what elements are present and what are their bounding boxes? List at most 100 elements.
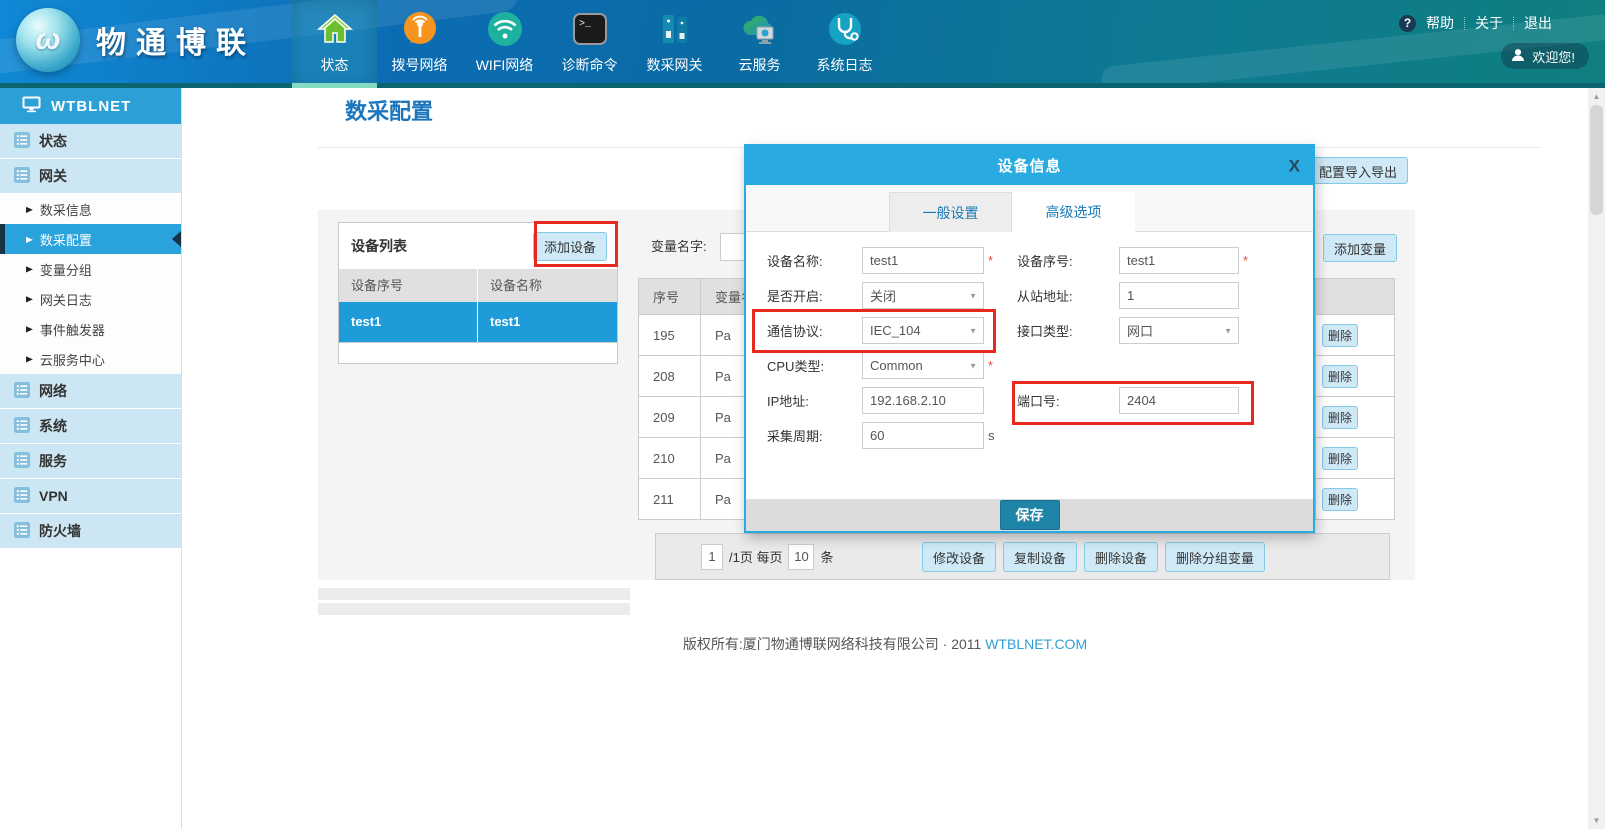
sidebar-item-variable-group[interactable]: ▶ 变量分组 <box>0 254 181 284</box>
list-icon <box>14 132 30 151</box>
delete-button[interactable]: 删除 <box>1322 365 1358 388</box>
home-icon <box>313 7 357 51</box>
field-label: 接口类型: <box>1017 321 1119 340</box>
interface-type-select[interactable]: 网口 <box>1119 317 1239 344</box>
column-header-name: 设备名称 <box>478 269 617 302</box>
device-list-panel: 设备列表 添加设备 设备序号 设备名称 test1 test1 <box>338 222 618 364</box>
sidebar-item-network[interactable]: 网络 <box>0 374 181 408</box>
sidebar-item-gateway-log[interactable]: ▶ 网关日志 <box>0 284 181 314</box>
sidebar-item-system[interactable]: 系统 <box>0 409 181 443</box>
sidebar-item-data-config[interactable]: ▶ 数采配置 <box>0 224 181 254</box>
scrollbar-thumb[interactable] <box>1590 105 1603 215</box>
sidebar-item-label: 防火墙 <box>39 521 81 541</box>
pagination-bar: /1页 每页 条 修改设备 复制设备 删除设备 删除分组变量 <box>655 533 1390 580</box>
sidebar-item-data-info[interactable]: ▶ 数采信息 <box>0 194 181 224</box>
field-label: CPU类型: <box>767 356 862 375</box>
sidebar-item-label: VPN <box>39 488 68 504</box>
user-icon <box>1511 48 1525 65</box>
cpu-type-select[interactable]: Common <box>862 352 984 379</box>
port-input[interactable] <box>1119 387 1239 414</box>
nav-system-log[interactable]: 系统日志 <box>802 0 887 88</box>
delete-button[interactable]: 删除 <box>1322 488 1358 511</box>
nav-dial-network[interactable]: 拨号网络 <box>377 0 462 88</box>
modify-device-button[interactable]: 修改设备 <box>922 542 996 572</box>
field-device-name: 设备名称: * <box>767 247 993 274</box>
size-suffix-text: 条 <box>820 547 833 566</box>
delete-button[interactable]: 删除 <box>1322 447 1358 470</box>
caret-right-icon: ▶ <box>26 264 33 274</box>
column-header-actions <box>1316 279 1394 314</box>
sidebar-item-label: 数采配置 <box>40 230 92 249</box>
logout-link[interactable]: 退出 <box>1524 13 1552 33</box>
nav-label: 状态 <box>321 55 349 75</box>
page-suffix-text: /1页 每页 <box>729 547 782 566</box>
divider <box>1464 17 1465 30</box>
nav-wifi-network[interactable]: WIFI网络 <box>462 0 547 88</box>
delete-device-button[interactable]: 删除设备 <box>1084 542 1158 572</box>
enabled-select[interactable]: 关闭 <box>862 282 984 309</box>
vertical-scrollbar[interactable]: ▲ ▼ <box>1588 88 1605 829</box>
tab-general-settings[interactable]: 一般设置 <box>889 192 1012 232</box>
help-link[interactable]: 帮助 <box>1426 13 1454 33</box>
tab-advanced-options[interactable]: 高级选项 <box>1012 192 1135 232</box>
sidebar-item-firewall[interactable]: 防火墙 <box>0 514 181 548</box>
nav-cloud-service[interactable]: 云服务 <box>717 0 802 88</box>
list-icon <box>14 417 30 436</box>
copy-device-button[interactable]: 复制设备 <box>1003 542 1077 572</box>
sidebar-item-service[interactable]: 服务 <box>0 444 181 478</box>
nav-label: 拨号网络 <box>392 55 448 75</box>
sidebar: WTBLNET 状态 网关 ▶ 数采信息 ▶ 数采配置 ▶ 变量分组 ▶ 网关日… <box>0 88 182 829</box>
variable-filter-label: 变量名字: <box>651 240 707 254</box>
add-device-button[interactable]: 添加设备 <box>533 232 607 261</box>
cloud-service-icon <box>738 7 782 51</box>
column-header-serial: 设备序号 <box>339 269 478 302</box>
list-icon <box>14 167 30 186</box>
nav-diagnostic-command[interactable]: >_ 诊断命令 <box>547 0 632 88</box>
slave-address-input[interactable] <box>1119 282 1239 309</box>
page-number-input[interactable] <box>701 544 723 570</box>
sidebar-item-label: 事件触发器 <box>40 320 105 339</box>
seq-cell: 210 <box>639 438 701 478</box>
delete-button[interactable]: 删除 <box>1322 324 1358 347</box>
wifi-icon <box>483 7 527 51</box>
modal-header: 设备信息 X <box>746 146 1313 185</box>
sidebar-item-cloud-center[interactable]: ▶ 云服务中心 <box>0 344 181 374</box>
device-serial-input[interactable] <box>1119 247 1239 274</box>
field-ip-address: IP地址: <box>767 387 984 414</box>
ip-address-input[interactable] <box>862 387 984 414</box>
delete-group-variable-button[interactable]: 删除分组变量 <box>1165 542 1265 572</box>
nav-status[interactable]: 状态 <box>292 0 377 88</box>
close-icon[interactable]: X <box>1289 157 1300 174</box>
page-size-input[interactable] <box>788 544 814 570</box>
device-row-selected[interactable]: test1 test1 <box>339 302 617 342</box>
scroll-up-icon[interactable]: ▲ <box>1588 88 1605 105</box>
sidebar-item-label: 变量分组 <box>40 260 92 279</box>
config-import-export-button[interactable]: 配置导入导出 <box>1308 157 1408 184</box>
device-actions: 修改设备 复制设备 删除设备 删除分组变量 <box>922 542 1265 572</box>
wtblnet-link[interactable]: WTBLNET.COM <box>985 636 1087 652</box>
nav-label: 云服务 <box>739 55 781 75</box>
copyright-text: 版权所有:厦门物通博联网络科技有限公司 · 2011 <box>683 636 981 652</box>
field-protocol: 通信协议: IEC_104 <box>767 317 984 344</box>
protocol-select[interactable]: IEC_104 <box>862 317 984 344</box>
collect-period-input[interactable] <box>862 422 984 449</box>
modal-tabs: 一般设置 高级选项 <box>746 185 1313 232</box>
nav-label: 诊断命令 <box>562 55 618 75</box>
about-link[interactable]: 关于 <box>1475 13 1503 33</box>
system-log-icon <box>823 7 867 51</box>
sidebar-item-status[interactable]: 状态 <box>0 124 181 158</box>
welcome-badge[interactable]: 欢迎您! <box>1501 43 1589 69</box>
field-collect-period: 采集周期: s <box>767 422 995 449</box>
nav-data-gateway[interactable]: 数采网关 <box>632 0 717 88</box>
caret-right-icon: ▶ <box>26 204 33 214</box>
sidebar-item-gateway[interactable]: 网关 <box>0 159 181 193</box>
delete-button[interactable]: 删除 <box>1322 406 1358 429</box>
sidebar-item-event-trigger[interactable]: ▶ 事件触发器 <box>0 314 181 344</box>
add-variable-button[interactable]: 添加变量 <box>1323 234 1397 262</box>
sidebar-item-vpn[interactable]: VPN <box>0 479 181 513</box>
field-enabled: 是否开启: 关闭 <box>767 282 984 309</box>
save-button[interactable]: 保存 <box>1000 500 1060 530</box>
scroll-down-icon[interactable]: ▼ <box>1588 812 1605 829</box>
selected-option: Common <box>870 358 923 373</box>
device-name-input[interactable] <box>862 247 984 274</box>
